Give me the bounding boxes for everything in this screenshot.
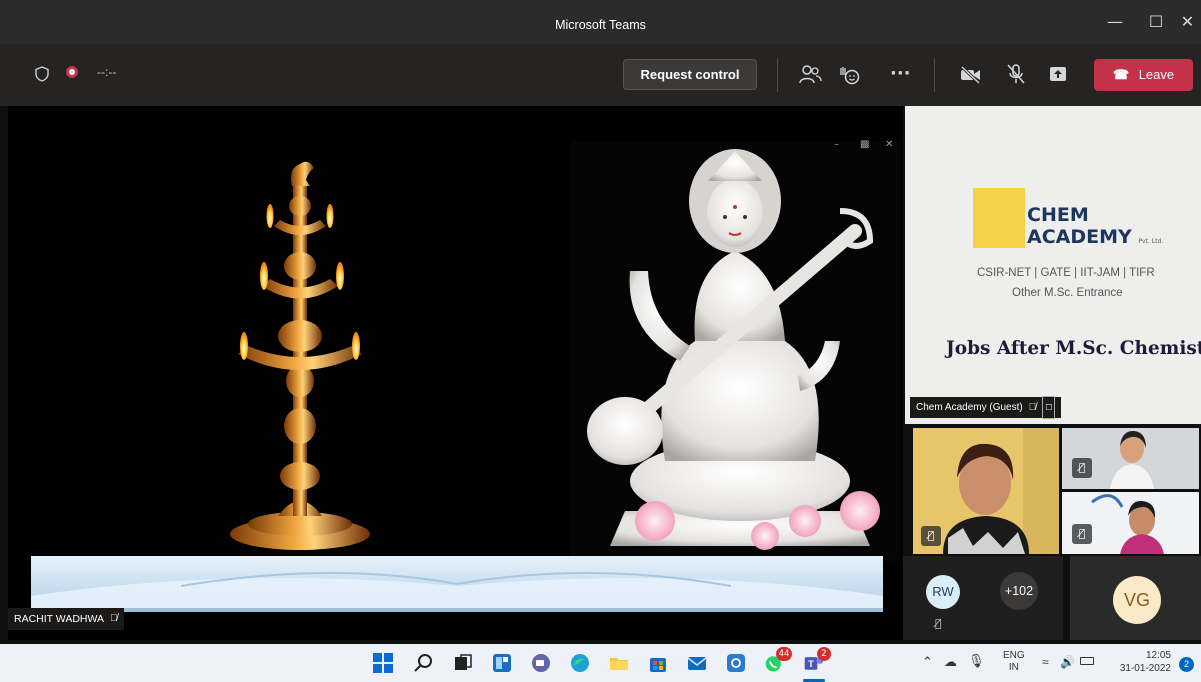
participant-video-tile[interactable]: 🎙̸ [1062,492,1199,554]
whatsapp-badge: 44 [776,647,792,661]
saraswati-statue-image [570,141,900,561]
pin-icon[interactable]: ☐ [1042,396,1056,419]
share-minimize-icon[interactable]: – [834,139,839,150]
mic-off-icon[interactable] [1006,63,1026,85]
mic-off-icon: 🎙̸ [935,617,942,630]
leave-button[interactable]: ☎ Leave [1094,59,1193,91]
share-restore-icon[interactable]: ▩ [860,139,869,150]
more-options-icon[interactable]: ··· [890,63,911,84]
leave-label: Leave [1138,67,1175,82]
file-explorer-icon[interactable] [608,652,630,674]
book-banner-image [31,556,883,612]
slide-headline: Jobs After M.Sc. Chemistry [946,338,1201,359]
participant-name: Chem Academy (Guest) [916,402,1023,413]
windows-start-icon[interactable] [372,652,394,674]
window-title: Microsoft Teams [555,18,646,32]
more-participants-button[interactable]: +102 [1000,572,1038,610]
widgets-icon[interactable] [491,652,513,674]
minimize-button[interactable]: — [1100,8,1130,36]
shield-icon[interactable] [35,66,49,82]
volume-icon[interactable]: 🔊 [1060,655,1075,669]
chat-icon[interactable] [530,652,552,674]
exam-list-secondary: Other M.Sc. Entrance [1012,287,1123,299]
recording-icon [66,66,78,78]
camera-off-icon[interactable] [960,66,982,84]
microphone-icon[interactable]: 🎙 [968,653,985,669]
reactions-icon[interactable] [838,64,862,86]
request-control-button[interactable]: Request control [623,59,757,90]
lamp-image [8,106,568,556]
store-icon[interactable] [647,652,669,674]
participant-video-tile[interactable]: 🎙̸ [913,428,1059,554]
mic-off-icon: 🎙̸ [110,613,118,624]
chem-academy-logo-square [973,188,1025,248]
shared-screen: – ▩ ✕ RACHIT WADHWA 🎙̸ [8,106,903,640]
teams-window: Microsoft Teams — ☐ ✕ --:-- Request cont… [0,0,1201,682]
title-bar: Microsoft Teams — ☐ ✕ [0,0,1201,44]
phone-hangup-icon: ☎ [1112,67,1130,82]
svg-text:T: T [808,659,814,669]
onedrive-icon[interactable]: ☁ [944,654,957,670]
wifi-icon[interactable]: ≈ [1042,655,1049,669]
chevron-up-icon[interactable]: ⌃ [922,654,933,670]
mic-off-icon: 🎙̸ [1072,524,1092,544]
app-icon[interactable] [725,652,747,674]
participant-video-tile[interactable]: 🎙̸ [1062,428,1199,489]
meeting-timer: --:-- [97,65,117,79]
language-indicator[interactable]: ENG IN [1003,650,1025,674]
close-button[interactable]: ✕ [1174,8,1201,36]
avatar-rw[interactable]: RW [926,575,960,609]
mic-off-icon: 🎙̸ [921,526,941,546]
mic-off-icon: 🎙̸ [1072,458,1092,478]
mic-off-icon: 🎙̸ [1028,402,1037,413]
windows-taskbar: 44 T 2 ⌃ ☁ 🎙 ENG IN ≈ 🔊 12:05 31-01-2022… [0,644,1201,682]
presenter-name-tag: RACHIT WADHWA 🎙̸ [8,608,124,630]
edge-browser-icon[interactable] [569,652,591,674]
notification-badge[interactable]: 2 [1179,657,1194,672]
clock[interactable]: 12:05 31-01-2022 [1107,649,1171,675]
toolbar-divider [934,58,935,92]
toolbar-divider [777,58,778,92]
people-icon[interactable] [798,64,822,86]
teams-badge: 2 [817,647,831,661]
battery-icon[interactable] [1080,657,1094,665]
mail-icon[interactable] [686,652,708,674]
share-close-icon[interactable]: ✕ [885,139,893,150]
chem-academy-video-tile[interactable]: CHEM ACADEMY Pvt. Ltd. CSIR-NET | GATE |… [905,106,1201,424]
avatar-vg: VG [1113,576,1161,624]
brand-name: CHEM ACADEMY Pvt. Ltd. [1027,204,1164,248]
participant-name-tag: Chem Academy (Guest) 🎙̸ ☐ [910,396,1062,419]
share-screen-icon[interactable] [1049,66,1067,82]
search-icon[interactable] [413,652,435,674]
exam-list: CSIR-NET | GATE | IIT-JAM | TIFR [977,267,1155,279]
maximize-button[interactable]: ☐ [1141,8,1171,36]
task-view-icon[interactable] [452,652,474,674]
presenter-name: RACHIT WADHWA [14,613,105,625]
